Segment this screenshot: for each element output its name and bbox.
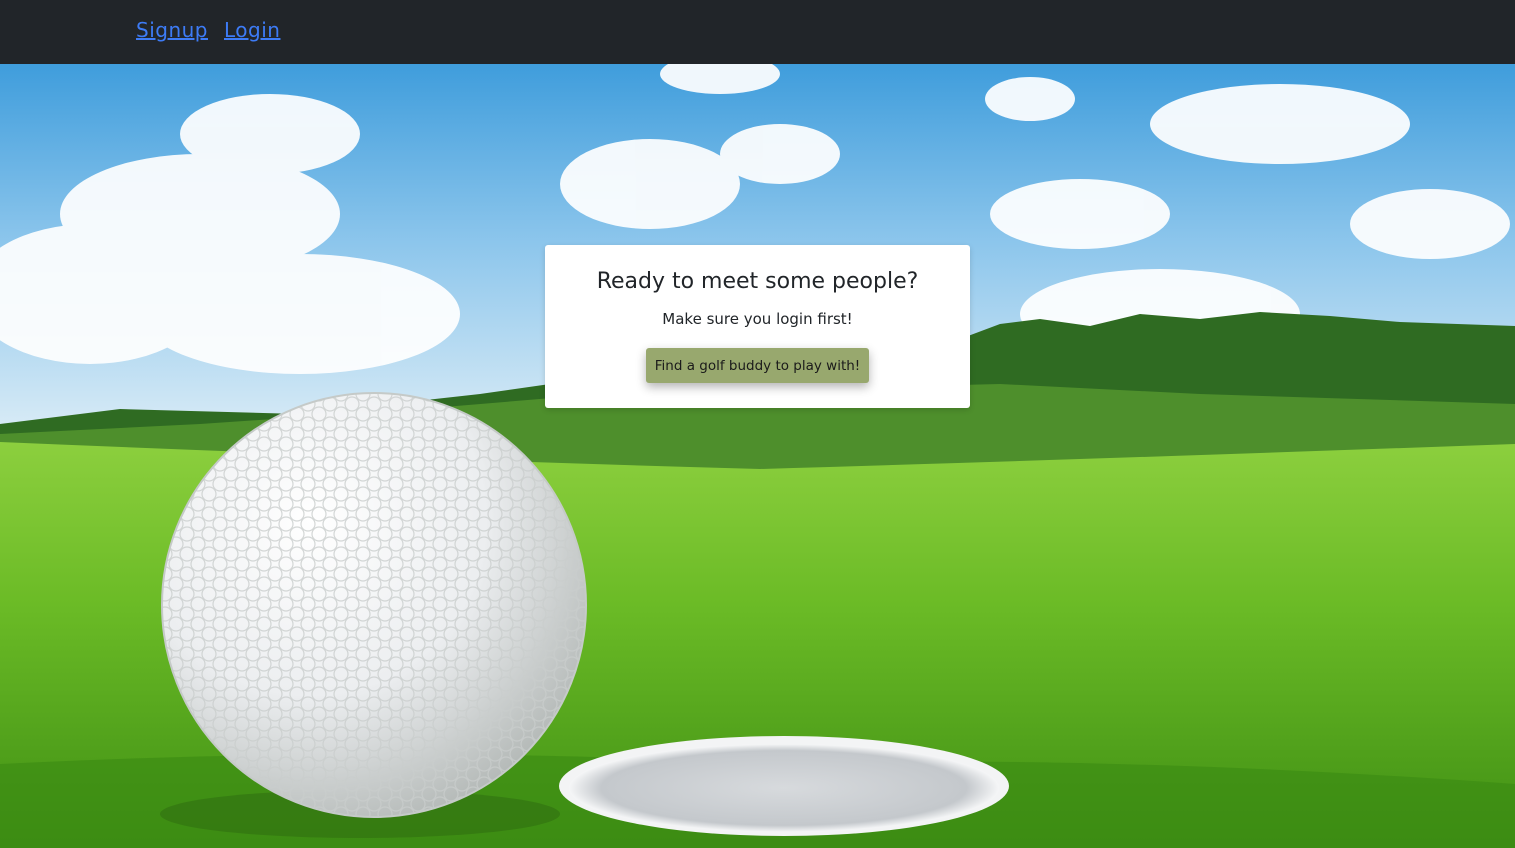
top-navbar: Signup Login [0, 0, 1515, 64]
login-prompt-card: Ready to meet some people? Make sure you… [545, 245, 970, 408]
card-subtitle: Make sure you login first! [662, 310, 853, 328]
signup-link[interactable]: Signup [136, 18, 208, 42]
find-golf-buddy-button[interactable]: Find a golf buddy to play with! [646, 348, 869, 383]
card-title: Ready to meet some people? [596, 269, 919, 294]
hero-background: Ready to meet some people? Make sure you… [0, 64, 1515, 848]
login-link[interactable]: Login [224, 18, 280, 42]
golf-course-illustration [0, 64, 1515, 848]
